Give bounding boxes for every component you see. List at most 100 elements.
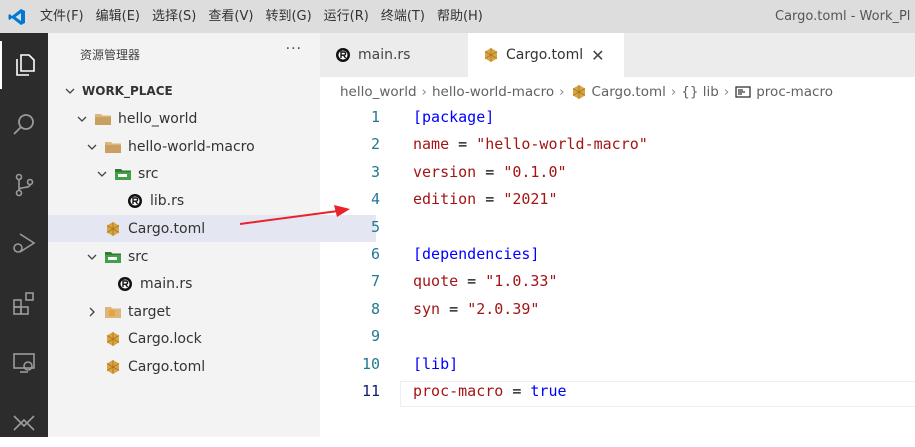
rust-file-icon — [334, 47, 352, 63]
code-token: edition — [413, 190, 477, 209]
tree-item-hello-world[interactable]: hello_world — [48, 105, 346, 132]
code-token: = — [440, 299, 468, 318]
code-line[interactable]: proc-macro = true — [413, 382, 567, 400]
cargo-icon — [104, 359, 122, 375]
rust-analyzer-icon[interactable] — [0, 399, 48, 447]
tab-cargo-toml[interactable]: Cargo.toml ✕ — [468, 33, 624, 77]
line-number: 4 — [370, 190, 380, 209]
chevron-right-icon: › — [670, 84, 677, 100]
code-token: quote — [413, 272, 459, 291]
menu-selection[interactable]: 选择(S) — [146, 0, 202, 33]
code-token: "hello-world-macro" — [476, 135, 648, 154]
tree-item-label: target — [128, 303, 171, 320]
tree-item-hello-world-macro[interactable]: hello-world-macro — [48, 133, 356, 160]
tab-label: Cargo.toml — [506, 47, 584, 63]
menu-go[interactable]: 转到(G) — [259, 0, 317, 33]
code-line[interactable]: edition = "2021" — [413, 190, 558, 208]
src-folder-icon — [104, 249, 122, 265]
chevron-right-icon: › — [723, 84, 730, 100]
breadcrumb-item[interactable]: {} lib — [681, 84, 719, 100]
menu-file[interactable]: 文件(F) — [34, 0, 90, 33]
source-control-icon[interactable] — [0, 161, 48, 209]
menu-run[interactable]: 运行(R) — [318, 0, 375, 33]
remote-explorer-icon[interactable] — [0, 339, 48, 387]
title-bar: 文件(F) 编辑(E) 选择(S) 查看(V) 转到(G) 运行(R) 终端(T… — [0, 0, 915, 33]
tree-item-src-2[interactable]: src — [48, 243, 356, 270]
explorer-sidebar: 资源管理器 ··· WORK_PLACE hello_world hello-w… — [48, 33, 376, 437]
code-token: syn — [413, 299, 441, 318]
line-number: 1 — [370, 108, 380, 126]
code-line[interactable]: [package] — [413, 108, 494, 126]
search-icon[interactable] — [0, 101, 48, 149]
menu-view[interactable]: 查看(V) — [202, 0, 259, 33]
workspace-root[interactable]: WORK_PLACE — [48, 77, 334, 104]
tree-item-label: Cargo.lock — [128, 330, 202, 347]
code-token: version — [413, 162, 477, 181]
target-folder-icon — [104, 304, 122, 320]
chevron-down-icon — [84, 142, 100, 152]
property-icon — [734, 84, 752, 100]
line-number: 3 — [370, 162, 380, 181]
code-line[interactable]: version = "0.1.0" — [413, 163, 567, 181]
tab-main-rs[interactable]: main.rs — [320, 33, 468, 77]
code-token: = — [476, 162, 504, 181]
menu-terminal[interactable]: 终端(T) — [375, 0, 431, 33]
tree-item-label: hello_world — [118, 110, 198, 127]
line-number: 8 — [370, 299, 380, 318]
chevron-down-icon — [62, 86, 78, 96]
extensions-icon[interactable] — [0, 279, 48, 327]
code-line[interactable]: quote = "1.0.33" — [413, 272, 558, 290]
run-debug-icon[interactable] — [0, 219, 48, 267]
code-token: [package] — [413, 108, 495, 126]
line-number: 6 — [370, 245, 380, 263]
line-number: 2 — [370, 135, 380, 154]
more-actions-button[interactable]: ··· — [286, 41, 302, 57]
cargo-icon — [570, 84, 588, 100]
breadcrumb-item[interactable]: proc-macro — [756, 84, 833, 100]
tree-item-target[interactable]: target — [48, 298, 356, 325]
code-token: = — [503, 382, 531, 400]
line-number: 11 — [361, 382, 380, 400]
code-line[interactable]: [dependencies] — [413, 245, 539, 263]
cargo-icon — [482, 47, 500, 63]
tree-item-cargo-toml[interactable]: Cargo.toml — [48, 353, 376, 380]
code-token: "0.1.0" — [503, 162, 567, 181]
chevron-right-icon — [84, 307, 100, 317]
code-token: "2021" — [503, 190, 558, 209]
explorer-icon[interactable] — [0, 41, 48, 89]
folder-open-icon — [94, 111, 112, 127]
menu-help[interactable]: 帮助(H) — [431, 0, 489, 33]
tree-item-label: src — [128, 248, 149, 265]
line-number: 5 — [370, 217, 380, 236]
code-line[interactable]: syn = "2.0.39" — [413, 300, 539, 318]
tree-item-label: src — [138, 165, 159, 182]
rust-file-icon — [126, 193, 144, 209]
tree-item-src[interactable]: src — [48, 160, 366, 187]
code-line[interactable]: name = "hello-world-macro" — [413, 135, 648, 153]
code-token: [dependencies] — [413, 245, 540, 263]
code-token: = — [449, 135, 477, 154]
breadcrumb: hello_world › hello-world-macro › Cargo.… — [340, 82, 833, 102]
cargo-icon — [104, 331, 122, 347]
menu-bar: 文件(F) 编辑(E) 选择(S) 查看(V) 转到(G) 运行(R) 终端(T… — [34, 0, 489, 33]
breadcrumb-item[interactable]: Cargo.toml — [592, 84, 666, 100]
tree-item-label: hello-world-macro — [128, 138, 255, 155]
code-line[interactable]: [lib] — [413, 355, 458, 373]
close-icon[interactable]: ✕ — [591, 46, 604, 65]
tree-item-label: main.rs — [140, 275, 193, 292]
code-token: true — [530, 382, 567, 400]
tree-item-cargo-toml-selected[interactable]: Cargo.toml — [48, 215, 376, 242]
tree-item-label: lib.rs — [150, 192, 185, 209]
tab-label: main.rs — [358, 47, 411, 63]
breadcrumb-item[interactable]: hello-world-macro — [432, 84, 554, 100]
line-number: 10 — [361, 354, 380, 373]
tree-item-main-rs[interactable]: main.rs — [48, 270, 388, 297]
chevron-down-icon — [94, 169, 110, 179]
code-token: "1.0.33" — [485, 272, 558, 291]
line-number: 7 — [370, 272, 380, 291]
tree-item-label: Cargo.toml — [128, 358, 206, 375]
tree-item-cargo-lock[interactable]: Cargo.lock — [48, 325, 376, 352]
breadcrumb-item[interactable]: hello_world — [340, 84, 417, 100]
code-token: "2.0.39" — [467, 299, 540, 318]
menu-edit[interactable]: 编辑(E) — [90, 0, 146, 33]
